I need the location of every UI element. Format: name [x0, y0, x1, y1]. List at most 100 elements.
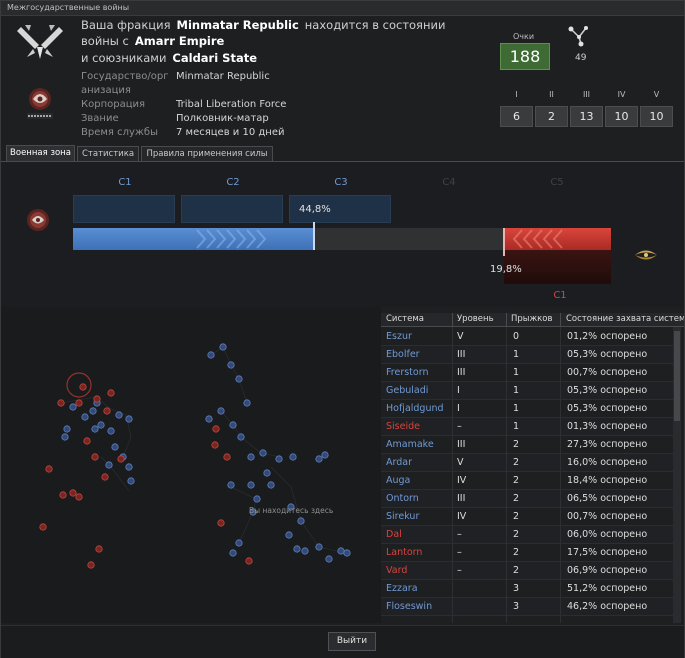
star-system-ally-dot[interactable] [247, 453, 255, 461]
star-system-enemy-dot[interactable] [69, 489, 77, 497]
star-system-ally-dot[interactable] [115, 411, 123, 419]
table-row[interactable]: Ontorn III 2 06,5% оспорено [381, 490, 673, 508]
star-system-enemy-dot[interactable] [211, 441, 219, 449]
system-name[interactable]: Dal [386, 529, 402, 540]
star-system-ally-dot[interactable] [275, 455, 283, 463]
star-system-ally-dot[interactable] [127, 477, 135, 485]
system-name[interactable]: Ebolfer [386, 349, 420, 360]
system-name[interactable]: Vard [386, 565, 407, 576]
star-system-ally-dot[interactable] [235, 375, 243, 383]
star-system-enemy-dot[interactable] [101, 473, 109, 481]
warzone-star-map[interactable] [1, 307, 381, 623]
star-system-ally-dot[interactable] [227, 361, 235, 369]
star-system-enemy-dot[interactable] [75, 399, 83, 407]
star-system-ally-dot[interactable] [243, 399, 251, 407]
system-name[interactable]: Ontorn [386, 493, 419, 504]
star-system-ally-dot[interactable] [207, 351, 215, 359]
star-system-enemy-dot[interactable] [93, 395, 101, 403]
star-system-ally-dot[interactable] [253, 495, 261, 503]
star-system-ally-dot[interactable] [227, 481, 235, 489]
table-row[interactable]: Ezzara 3 51,2% оспорено [381, 580, 673, 598]
star-system-ally-dot[interactable] [219, 343, 227, 351]
system-name[interactable]: Auga [386, 475, 410, 486]
star-system-enemy-dot[interactable] [75, 493, 83, 501]
window-titlebar[interactable]: Межгосударственные войны [1, 1, 684, 16]
star-system-ally-dot[interactable] [229, 549, 237, 557]
star-system-ally-dot[interactable] [247, 481, 255, 489]
star-system-ally-dot[interactable] [267, 481, 275, 489]
star-system-ally-dot[interactable] [315, 543, 323, 551]
system-name[interactable]: Eszur [386, 331, 412, 342]
star-system-enemy-dot[interactable] [103, 407, 111, 415]
table-row[interactable]: Siseide – 1 01,3% оспорено [381, 418, 673, 436]
system-name[interactable]: Siseide [386, 421, 420, 432]
tab-warzone[interactable]: Военная зона [6, 145, 75, 162]
star-system-ally-dot[interactable] [321, 451, 329, 459]
header-system[interactable]: Система [386, 314, 424, 324]
systems-table-scroll-thumb[interactable] [674, 331, 680, 421]
star-system-enemy-dot[interactable] [95, 545, 103, 553]
system-name[interactable]: Lantorn [386, 547, 422, 558]
header-level[interactable]: Уровень [457, 314, 494, 324]
star-system-ally-dot[interactable] [337, 547, 345, 555]
star-system-ally-dot[interactable] [237, 433, 245, 441]
table-row[interactable]: Ardar V 2 16,0% оспорено [381, 454, 673, 472]
star-system-ally-dot[interactable] [107, 427, 115, 435]
header-capture-state[interactable]: Состояние захвата систем [566, 314, 684, 324]
star-system-enemy-dot[interactable] [223, 453, 231, 461]
star-system-ally-dot[interactable] [205, 415, 213, 423]
star-system-ally-dot[interactable] [259, 449, 267, 457]
star-system-enemy-dot[interactable] [79, 383, 87, 391]
star-system-enemy-dot[interactable] [39, 523, 47, 531]
system-name[interactable]: Frerstorn [386, 367, 428, 378]
system-name[interactable]: Ezzara [386, 583, 418, 594]
table-row[interactable]: Eszur V 0 01,2% оспорено [381, 328, 673, 346]
star-system-enemy-dot[interactable] [212, 425, 220, 433]
system-name[interactable]: Sirekur [386, 511, 419, 522]
star-map-canvas[interactable] [1, 307, 381, 623]
star-system-enemy-dot[interactable] [217, 519, 225, 527]
star-system-ally-dot[interactable] [235, 539, 243, 547]
star-system-ally-dot[interactable] [63, 425, 71, 433]
star-system-enemy-dot[interactable] [245, 557, 253, 565]
star-system-ally-dot[interactable] [125, 415, 133, 423]
star-system-ally-dot[interactable] [125, 463, 133, 471]
table-row[interactable]: Ebolfer III 1 05,3% оспорено [381, 346, 673, 364]
star-system-ally-dot[interactable] [217, 407, 225, 415]
table-row[interactable]: Lantorn – 2 17,5% оспорено [381, 544, 673, 562]
star-system-ally-dot[interactable] [89, 407, 97, 415]
star-system-enemy-dot[interactable] [57, 399, 65, 407]
table-row[interactable]: Vard – 2 06,9% оспорено [381, 562, 673, 580]
star-system-ally-dot[interactable] [97, 421, 105, 429]
star-system-enemy-dot[interactable] [83, 437, 91, 445]
star-system-ally-dot[interactable] [61, 433, 69, 441]
star-system-ally-dot[interactable] [289, 453, 297, 461]
exit-button[interactable]: Выйти [328, 632, 376, 651]
table-row[interactable]: Dal – 2 06,0% оспорено [381, 526, 673, 544]
system-name[interactable]: Ardar [386, 457, 412, 468]
star-system-ally-dot[interactable] [315, 455, 323, 463]
star-system-enemy-dot[interactable] [87, 561, 95, 569]
table-row[interactable]: Sirekur IV 2 00,7% оспорено [381, 508, 673, 526]
star-system-enemy-dot[interactable] [59, 491, 67, 499]
star-system-enemy-dot[interactable] [91, 453, 99, 461]
table-row[interactable]: Gebuladi I 1 05,3% оспорено [381, 382, 673, 400]
star-system-enemy-dot[interactable] [117, 455, 125, 463]
star-system-ally-dot[interactable] [325, 555, 333, 563]
star-system-enemy-dot[interactable] [107, 389, 115, 397]
star-system-ally-dot[interactable] [229, 421, 237, 429]
star-system-ally-dot[interactable] [105, 461, 113, 469]
star-system-ally-dot[interactable] [81, 413, 89, 421]
star-system-enemy-dot[interactable] [45, 465, 53, 473]
system-name[interactable]: Amamake [386, 439, 434, 450]
star-system-ally-dot[interactable] [111, 443, 119, 451]
star-system-ally-dot[interactable] [263, 469, 271, 477]
header-jumps[interactable]: Прыжков [511, 314, 553, 324]
system-name[interactable]: Floseswin [386, 601, 432, 612]
star-system-ally-dot[interactable] [301, 547, 309, 555]
table-row[interactable]: Amamake III 2 27,3% оспорено [381, 436, 673, 454]
star-system-ally-dot[interactable] [285, 531, 293, 539]
star-system-ally-dot[interactable] [91, 425, 99, 433]
star-system-ally-dot[interactable] [343, 549, 351, 557]
table-row[interactable]: Floseswin 3 46,2% оспорено [381, 598, 673, 616]
